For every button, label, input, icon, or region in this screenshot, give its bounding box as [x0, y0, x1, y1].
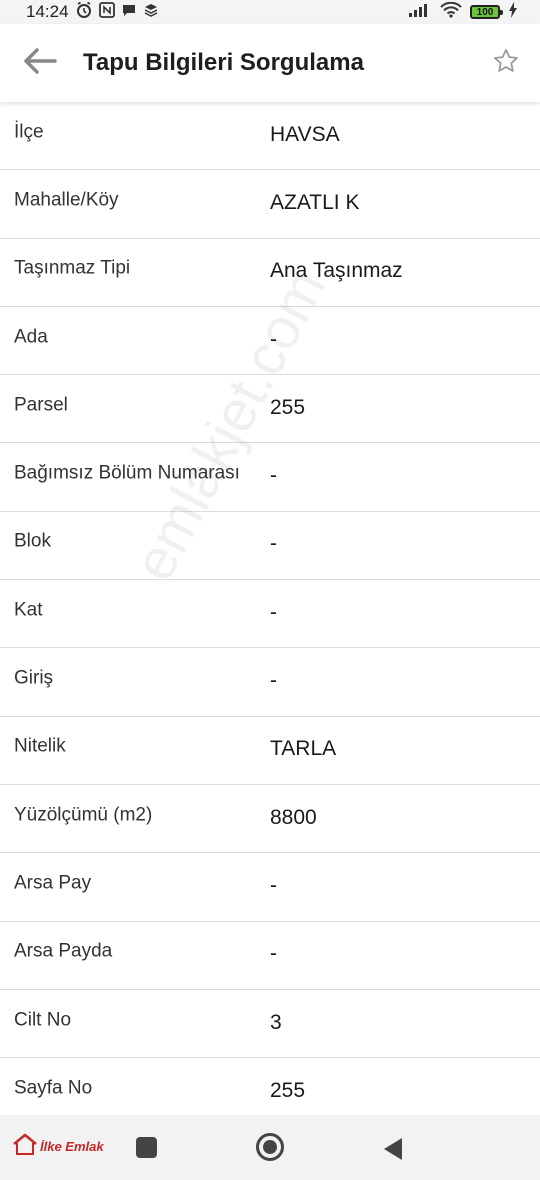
nav-back-button[interactable] — [382, 1137, 404, 1166]
row-label: Mahalle/Köy — [14, 189, 119, 211]
list-item: Mahalle/Köy AZATLI K — [0, 170, 540, 239]
list-item: Nitelik TARLA — [0, 717, 540, 785]
system-nav-bar: İlke Emlak — [0, 1115, 540, 1180]
row-value: 255 — [270, 395, 306, 419]
row-label: Arsa Payda — [14, 940, 113, 962]
list-item: Taşınmaz Tipi Ana Taşınmaz — [0, 239, 540, 307]
status-bar: 14:24 100 — [0, 0, 540, 24]
favorite-button[interactable] — [488, 45, 524, 81]
row-value: - — [270, 532, 277, 556]
deed-info-list: İlçe HAVSA Mahalle/Köy AZATLI K Taşınmaz T… — [0, 102, 540, 1127]
row-label: Nitelik — [14, 736, 66, 758]
list-item: Arsa Pay - — [0, 853, 540, 922]
back-button[interactable] — [20, 43, 60, 83]
status-notification-icons — [75, 1, 159, 24]
home-circle-icon — [263, 1140, 277, 1154]
row-label: Sayfa No — [14, 1077, 93, 1099]
battery-icon: 100 — [470, 5, 503, 19]
chat-bubble-icon — [121, 2, 137, 23]
house-logo-icon — [12, 1132, 38, 1161]
star-outline-icon — [492, 47, 520, 80]
row-value: HAVSA — [270, 122, 340, 146]
charging-icon — [508, 1, 518, 23]
row-label: Blok — [14, 531, 51, 553]
list-item: Blok - — [0, 512, 540, 581]
list-item: Bağımsız Bölüm Numarası - — [0, 443, 540, 512]
row-value: - — [270, 327, 277, 351]
list-item: Kat - — [0, 580, 540, 649]
logo: İlke Emlak — [12, 1132, 104, 1161]
row-value: - — [270, 463, 277, 487]
list-item: Giriş - — [0, 648, 540, 717]
row-value: 255 — [270, 1078, 306, 1102]
row-label: Cilt No — [14, 1009, 72, 1031]
row-label: İlçe — [14, 121, 44, 143]
cellular-signal-icon — [408, 2, 432, 23]
triangle-back-icon — [382, 1138, 404, 1165]
row-label: Giriş — [14, 667, 54, 689]
row-value: Ana Taşınmaz — [270, 259, 403, 283]
row-label: Kat — [14, 599, 43, 621]
page-title: Tapu Bilgileri Sorgulama — [83, 49, 364, 76]
list-item: Cilt No 3 — [0, 990, 540, 1059]
list-item: Ada - — [0, 307, 540, 376]
row-label: Yüzölçümü (m2) — [14, 804, 153, 826]
nfc-icon — [98, 1, 115, 23]
row-value: 3 — [270, 1010, 282, 1034]
alarm-icon — [75, 1, 93, 24]
row-value: 8800 — [270, 805, 317, 829]
row-value: - — [270, 668, 277, 692]
row-label: Arsa Pay — [14, 872, 92, 894]
row-label: Parsel — [14, 394, 68, 416]
layers-icon — [143, 2, 159, 23]
row-value: - — [270, 873, 277, 897]
app-bar: Tapu Bilgileri Sorgulama — [0, 24, 540, 102]
list-item: Parsel 255 — [0, 375, 540, 444]
wifi-icon — [440, 1, 462, 23]
row-value: AZATLI K — [270, 190, 360, 214]
recents-button[interactable] — [136, 1137, 157, 1158]
row-label: Bağımsız Bölüm Numarası — [14, 462, 240, 484]
logo-text: İlke Emlak — [40, 1139, 104, 1154]
list-item: İlçe HAVSA — [0, 102, 540, 171]
home-button[interactable] — [256, 1133, 284, 1161]
row-label: Taşınmaz Tipi — [14, 257, 131, 279]
list-item: Yüzölçümü (m2) 8800 — [0, 785, 540, 854]
row-value: - — [270, 600, 277, 624]
row-value: - — [270, 942, 277, 966]
arrow-left-icon — [23, 47, 57, 79]
row-value: TARLA — [270, 737, 337, 761]
list-item: Arsa Payda - — [0, 922, 540, 990]
row-label: Ada — [14, 326, 48, 348]
status-right-icons: 100 — [408, 1, 518, 23]
status-time: 14:24 — [26, 2, 69, 21]
